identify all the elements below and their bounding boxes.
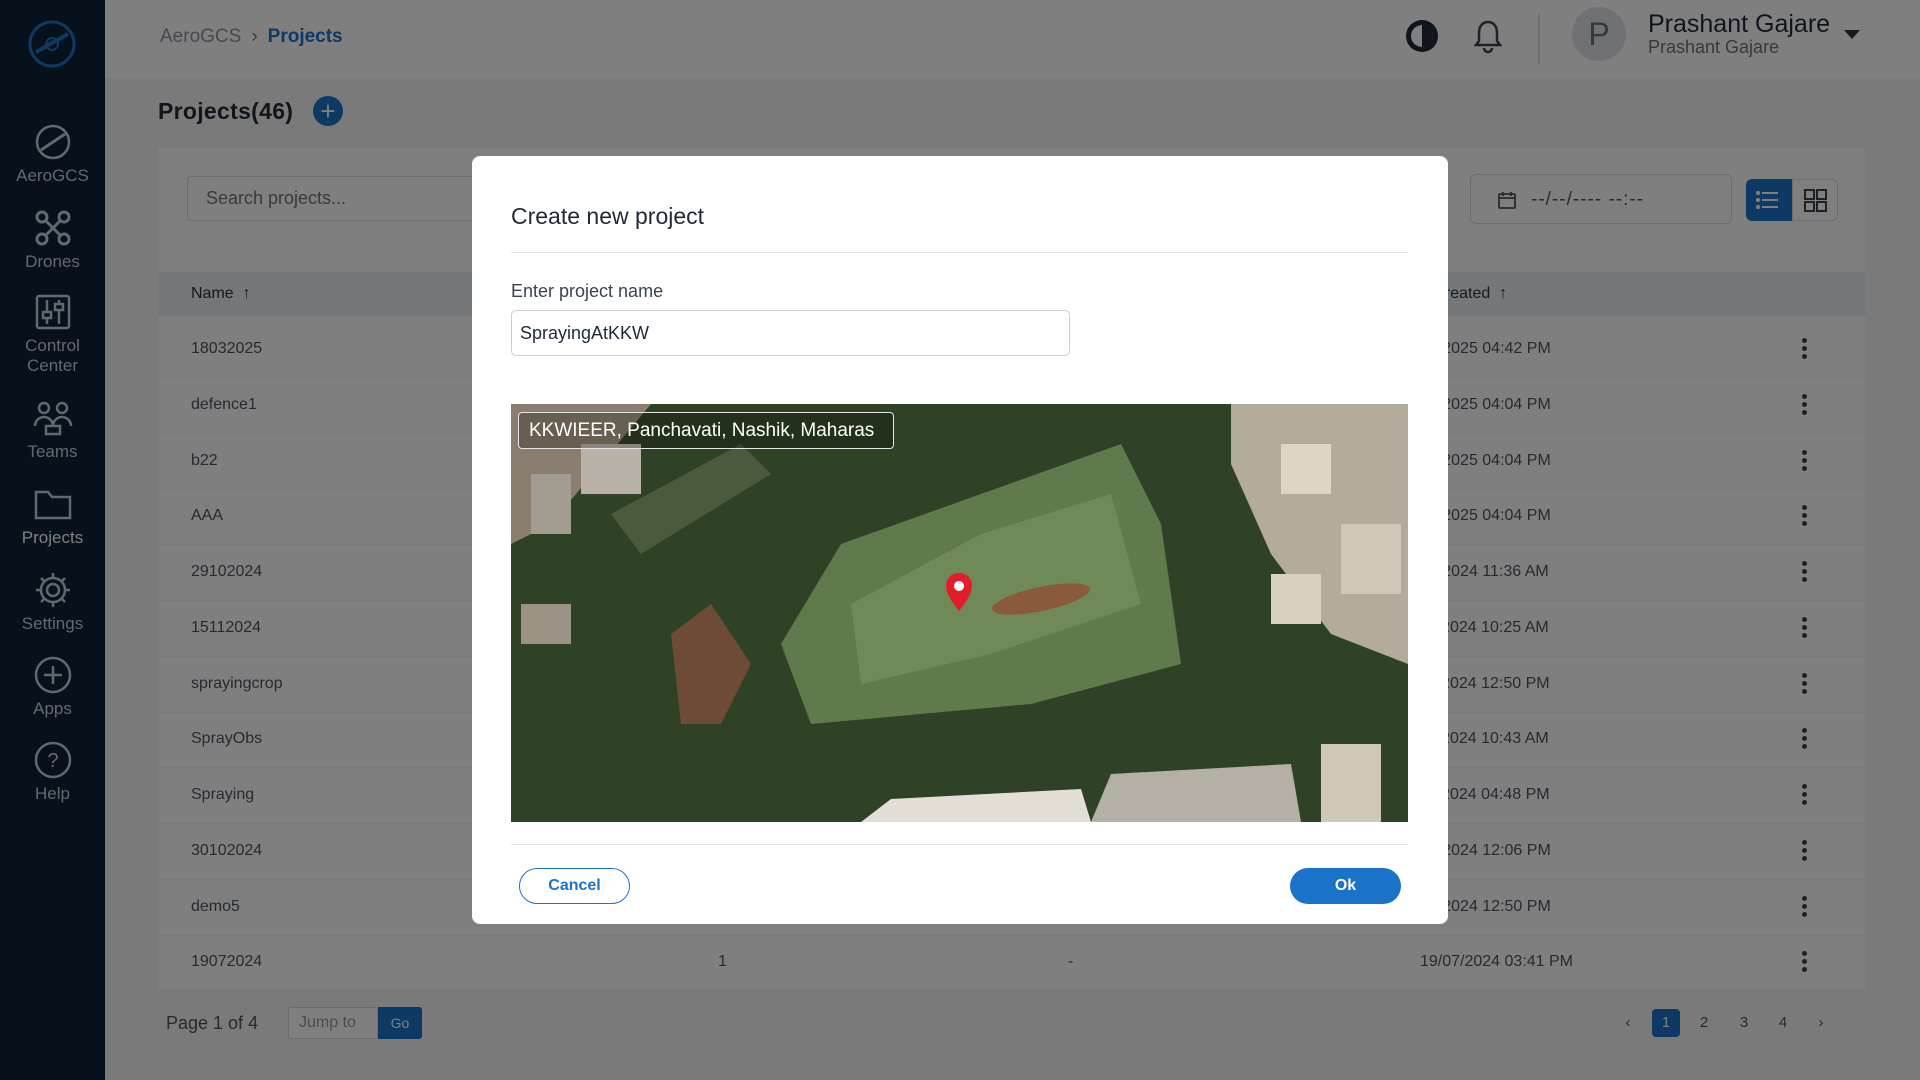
project-name-label: Enter project name xyxy=(511,281,664,301)
dialog-divider xyxy=(511,252,1408,253)
project-name-field[interactable] xyxy=(511,310,1070,356)
satellite-imagery xyxy=(511,404,1408,822)
ok-button[interactable]: Ok xyxy=(1290,868,1401,904)
project-name-input[interactable] xyxy=(512,311,1069,355)
dialog-title: Create new project xyxy=(511,203,705,229)
map-pin-icon[interactable] xyxy=(945,572,973,612)
location-label: KKWIEER, Panchavati, Nashik, Maharas xyxy=(518,412,894,449)
satellite-map[interactable]: KKWIEER, Panchavati, Nashik, Maharas xyxy=(511,404,1408,822)
dialog-footer-divider xyxy=(511,844,1408,845)
cancel-button[interactable]: Cancel xyxy=(519,868,630,904)
create-project-dialog: Create new project Enter project name Sp… xyxy=(472,156,1448,924)
